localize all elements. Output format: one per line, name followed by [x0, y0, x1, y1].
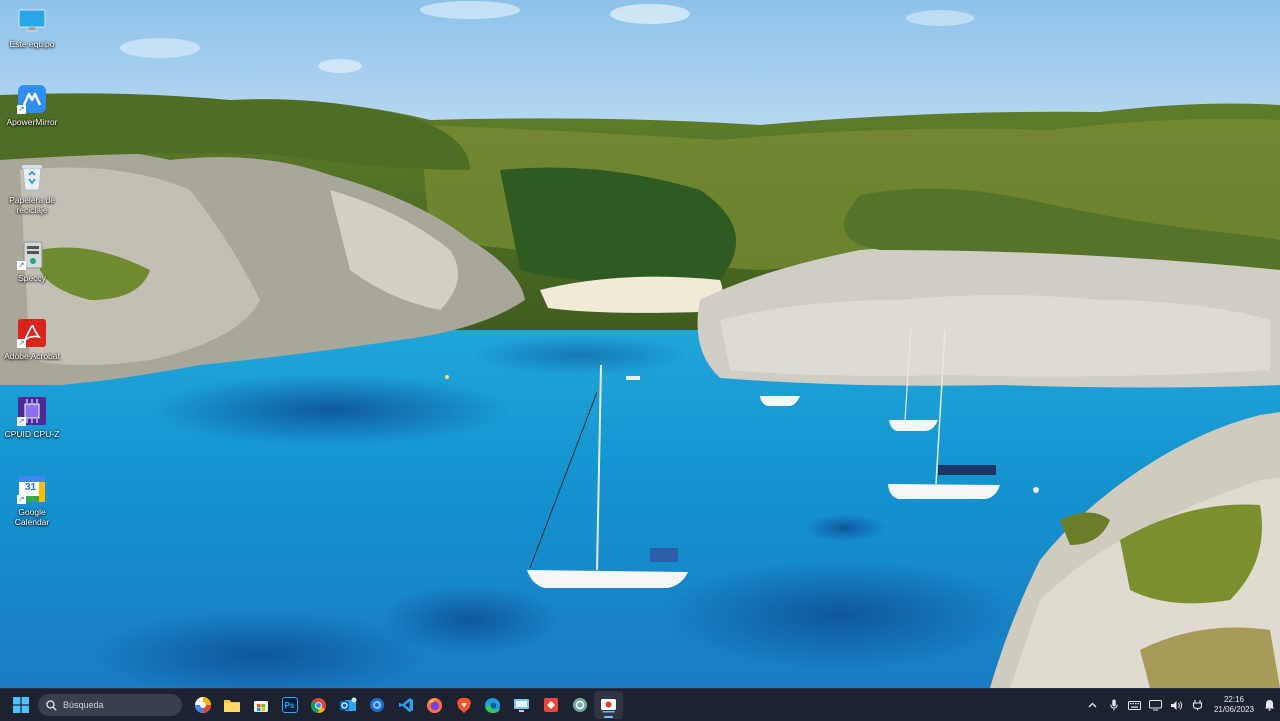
outlook-icon	[339, 697, 356, 711]
taskbar-clock[interactable]: 22:16 21/06/2023	[1210, 695, 1258, 715]
anydesk-icon	[543, 698, 558, 712]
speccy-icon: ↗	[17, 240, 47, 270]
desktop-icon-papelera[interactable]: Papelera de reciclaje	[0, 158, 64, 224]
taskbar-app-vscode[interactable]	[391, 691, 420, 719]
chrome-icon	[310, 697, 327, 713]
edge-icon	[484, 697, 501, 713]
microphone-icon	[1109, 699, 1118, 711]
browser-globe-icon	[369, 698, 384, 712]
notifications-button[interactable]	[1258, 691, 1280, 719]
desktop-icon-adobe-acrobat[interactable]: ↗ Adobe Acrobat	[0, 314, 64, 380]
search-icon	[46, 699, 57, 711]
taskbar-app-chrome[interactable]	[304, 691, 333, 719]
clock-date: 21/06/2023	[1213, 705, 1255, 714]
network-tray-button[interactable]	[1145, 691, 1166, 719]
battery-plug-icon	[1192, 700, 1203, 711]
desktop-icon-label: Google Calendar	[14, 507, 50, 527]
taskbar-app-file-explorer[interactable]	[217, 691, 246, 719]
acrobat-icon: ↗	[17, 318, 47, 348]
keyboard-tray-button[interactable]	[1124, 691, 1145, 719]
taskbar: Búsqueda Ps 22:16 21/06/2023	[0, 688, 1280, 721]
file-explorer-icon	[223, 700, 240, 712]
taskbar-app-browser[interactable]	[362, 691, 391, 719]
desktop-icon-label: Este equipo	[9, 39, 55, 49]
system-tray: 22:16 21/06/2023	[1082, 689, 1280, 721]
windows-logo-icon	[13, 697, 29, 713]
apowermirror-icon: ↗	[17, 84, 47, 114]
screen-recorder-icon	[601, 698, 616, 712]
taskbar-search[interactable]: Búsqueda	[38, 694, 182, 716]
desktop-icon-este-equipo[interactable]: Este equipo	[0, 2, 64, 68]
taskbar-app-outlook[interactable]	[333, 691, 362, 719]
desktop-icon-cpuz[interactable]: ↗ CPUID CPU-Z	[0, 392, 64, 458]
store-icon	[253, 701, 268, 712]
taskbar-app-photoshop[interactable]: Ps	[275, 691, 304, 719]
brave-icon	[456, 697, 471, 713]
ai-orb-icon	[194, 697, 211, 713]
desktop-icon-google-calendar[interactable]: 31 ↗ Google Calendar	[0, 470, 64, 536]
taskbar-app-screen-recorder[interactable]	[594, 691, 623, 719]
microphone-tray-button[interactable]	[1103, 691, 1124, 719]
power-tray-button[interactable]	[1187, 691, 1208, 719]
show-hidden-icons-button[interactable]	[1082, 691, 1103, 719]
taskbar-app-anydesk[interactable]	[536, 691, 565, 719]
volume-tray-button[interactable]	[1166, 691, 1187, 719]
bell-icon	[1264, 700, 1274, 711]
network-monitor-icon	[1149, 699, 1162, 710]
cpuz-icon: ↗	[17, 396, 47, 426]
start-button[interactable]	[7, 691, 35, 719]
computer-icon	[17, 6, 47, 36]
desktop-icon-label: CPUID CPU-Z	[4, 429, 60, 439]
taskbar-app-remote-desktop[interactable]	[507, 691, 536, 719]
taskbar-app-brave[interactable]	[449, 691, 478, 719]
desktop-wallpaper	[0, 0, 1280, 688]
desktop-icon-apowermirror[interactable]: ↗ ApowerMirror	[0, 80, 64, 146]
recycle-bin-icon	[17, 162, 47, 192]
pinned-apps: Ps	[188, 691, 623, 719]
vscode-icon	[398, 698, 413, 712]
taskbar-app-ai-orb[interactable]	[188, 691, 217, 719]
chevron-up-icon	[1088, 702, 1097, 708]
speaker-icon	[1171, 700, 1183, 710]
firefox-icon	[426, 697, 443, 713]
photoshop-icon: Ps	[281, 697, 298, 713]
desktop-icon-label: ApowerMirror	[6, 117, 58, 127]
search-placeholder: Búsqueda	[63, 700, 104, 710]
desktop-icon-label: Papelera de reciclaje	[9, 195, 55, 215]
desktop-icon-speccy[interactable]: ↗ Speccy	[0, 236, 64, 302]
taskbar-app-firefox[interactable]	[420, 691, 449, 719]
keyboard-icon	[1128, 700, 1141, 710]
chatgpt-icon	[572, 698, 587, 712]
desktop-icon-label: Speccy	[18, 273, 46, 283]
calendar-icon: 31 ↗	[17, 474, 47, 504]
taskbar-app-chatgpt[interactable]	[565, 691, 594, 719]
clock-time: 22:16	[1223, 695, 1245, 704]
desktop-icon-label: Adobe Acrobat	[4, 351, 60, 361]
remote-desktop-icon	[514, 698, 529, 712]
calendar-day-number: 31	[25, 482, 37, 493]
taskbar-app-edge[interactable]	[478, 691, 507, 719]
taskbar-app-store[interactable]	[246, 691, 275, 719]
